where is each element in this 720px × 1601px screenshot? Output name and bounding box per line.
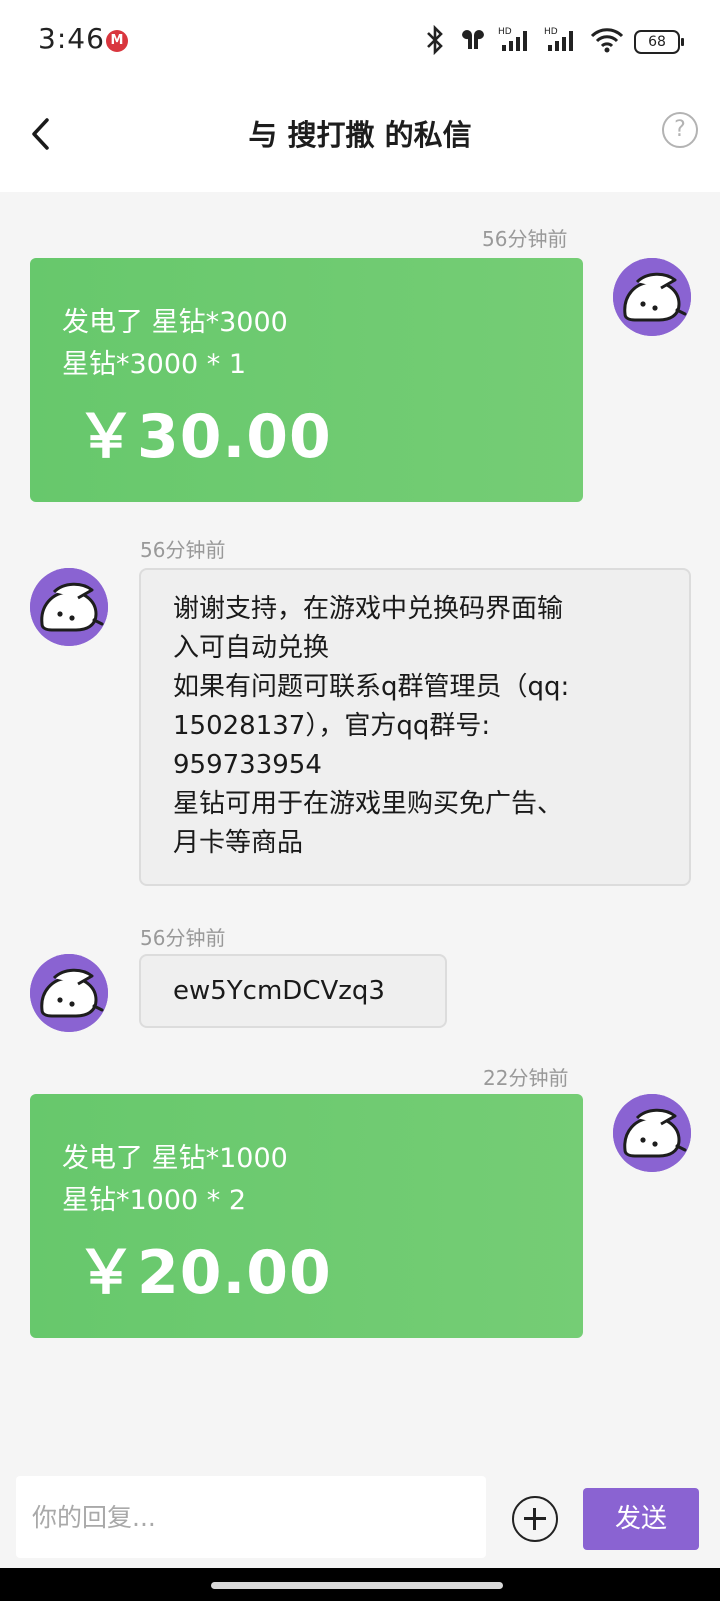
reply-input[interactable] bbox=[16, 1476, 486, 1558]
avatar-mascot-icon bbox=[30, 954, 108, 1032]
status-time: 3:46 bbox=[38, 22, 105, 55]
message-timestamp: 56分钟前 bbox=[140, 926, 226, 950]
avatar[interactable] bbox=[30, 568, 108, 646]
chat-header: 与 搜打撒 的私信 ? bbox=[0, 84, 720, 192]
wifi-icon bbox=[590, 25, 624, 59]
order-message-bubble[interactable]: 发电了 星钻*1000 星钻*1000 * 2 ￥20.00 bbox=[30, 1094, 583, 1338]
app-notification-icon: M bbox=[106, 30, 128, 52]
add-attachment-button[interactable] bbox=[512, 1496, 558, 1542]
order-title: 发电了 星钻*3000 bbox=[62, 307, 288, 338]
avatar[interactable] bbox=[613, 1094, 691, 1172]
send-button[interactable]: 发送 bbox=[583, 1488, 699, 1550]
home-gesture-handle[interactable] bbox=[211, 1582, 503, 1589]
message-text: ew5YcmDCVzq3 bbox=[173, 976, 385, 1006]
order-amount: ￥20.00 bbox=[76, 1238, 332, 1308]
order-message-bubble[interactable]: 发电了 星钻*3000 星钻*3000 * 1 ￥30.00 bbox=[30, 258, 583, 502]
help-button[interactable]: ? bbox=[662, 112, 698, 148]
message-timestamp: 56分钟前 bbox=[140, 538, 226, 562]
order-quantity: 星钻*3000 * 1 bbox=[62, 349, 247, 380]
avatar-mascot-icon bbox=[613, 1094, 691, 1172]
text-message-bubble[interactable]: 谢谢支持，在游戏中兑换码界面输 入可自动兑换 如果有问题可联系q群管理员（qq:… bbox=[139, 568, 691, 886]
svg-text:HD: HD bbox=[498, 27, 512, 37]
page-title: 与 搜打撒 的私信 bbox=[248, 118, 472, 152]
order-quantity: 星钻*1000 * 2 bbox=[62, 1185, 247, 1216]
order-title: 发电了 星钻*1000 bbox=[62, 1143, 288, 1174]
avatar-mascot-icon bbox=[613, 258, 691, 336]
message-text: 谢谢支持，在游戏中兑换码界面输 入可自动兑换 如果有问题可联系q群管理员（qq:… bbox=[173, 594, 570, 858]
signal-hd-icon: HD bbox=[544, 25, 580, 59]
svg-text:HD: HD bbox=[544, 27, 558, 37]
signal-hd-icon: HD bbox=[498, 25, 534, 59]
system-nav-bar bbox=[0, 1568, 720, 1601]
reply-bar: 发送 bbox=[0, 1466, 720, 1568]
avatar[interactable] bbox=[613, 258, 691, 336]
message-timestamp: 56分钟前 bbox=[482, 227, 568, 251]
text-message-bubble[interactable]: ew5YcmDCVzq3 bbox=[139, 954, 447, 1028]
status-bar: 3:46 M HD HD 68 bbox=[0, 0, 720, 84]
avatar[interactable] bbox=[30, 954, 108, 1032]
battery-icon: 68 bbox=[634, 30, 684, 54]
order-amount: ￥30.00 bbox=[76, 402, 332, 472]
status-icons: HD HD 68 bbox=[422, 24, 684, 60]
earbuds-icon bbox=[458, 25, 488, 59]
bluetooth-icon bbox=[422, 24, 448, 59]
message-timestamp: 22分钟前 bbox=[483, 1066, 569, 1090]
avatar-mascot-icon bbox=[30, 568, 108, 646]
